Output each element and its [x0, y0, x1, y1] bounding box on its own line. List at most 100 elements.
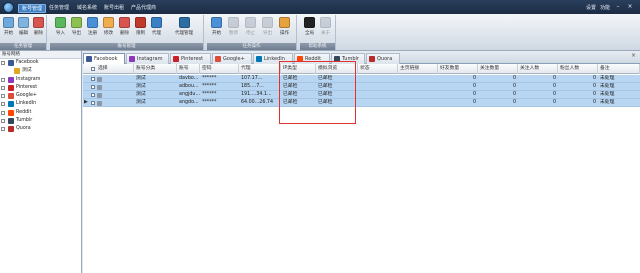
select-all-checkbox[interactable] [91, 67, 95, 71]
col-header-followers[interactable]: 关注人数 [518, 64, 558, 74]
col-header-friends[interactable]: 好友数量 [438, 64, 478, 74]
folder-icon [14, 68, 20, 75]
col-header-homepage[interactable]: 主页链接 [398, 64, 438, 74]
menu-account-rental[interactable]: 账号出租 [101, 4, 127, 13]
col-header-follows[interactable]: 关注数量 [478, 64, 518, 74]
menu-task-management[interactable]: 任务管理 [46, 4, 72, 13]
ribbon-register-button[interactable]: 注册 [85, 16, 100, 42]
col-header-note[interactable]: 备注 [598, 64, 640, 74]
col-header-status[interactable]: 状态 [358, 64, 398, 74]
instagram-icon [8, 76, 14, 83]
checkbox[interactable] [1, 102, 5, 107]
tree-item-instagram[interactable]: Instagram [0, 76, 81, 84]
checkbox[interactable] [1, 127, 5, 132]
table-row[interactable]: 测试 davbo... ****** 107.17... 已邮检 已邮检 0 0… [83, 75, 640, 83]
close-icon[interactable]: × [626, 3, 634, 10]
instagram-icon [129, 56, 135, 62]
ribbon-operate-button[interactable]: 操作 [277, 16, 292, 42]
ribbon-delete-button[interactable]: 删除 [31, 16, 46, 42]
menu-account-management[interactable]: 账号管理 [18, 4, 47, 13]
minimize-icon[interactable]: – [614, 3, 622, 10]
ribbon-group-title: 账号管理 [50, 43, 203, 50]
export-icon [71, 17, 82, 28]
tab-facebook[interactable]: Facebook [83, 53, 125, 64]
ribbon-group-task: 开始 编辑 删除 任务管理 [0, 15, 47, 50]
ribbon-group-title: 任务管理 [0, 43, 46, 50]
ribbon-restrict-button[interactable]: 限制 [133, 16, 148, 42]
operate-icon [279, 17, 290, 28]
ribbon-ops-start-button[interactable]: 开始 [209, 16, 224, 42]
ribbon-edit-button[interactable]: 编辑 [16, 16, 31, 42]
tab-pinterest[interactable]: Pinterest [170, 53, 211, 64]
col-header-proxy[interactable]: 代理 [239, 64, 281, 74]
cell-account: davbo... [179, 76, 199, 81]
cell-follows: 0 [512, 84, 516, 89]
menu-domain-system[interactable]: 域名系统 [74, 4, 100, 13]
tab-quora[interactable]: Quora [366, 53, 400, 64]
col-header-select[interactable]: 选择 [96, 64, 134, 74]
cell-note: 未处理 [600, 92, 615, 97]
ribbon-global-button[interactable]: 全局 [302, 16, 317, 42]
row-checkbox[interactable] [91, 77, 95, 81]
col-header-password[interactable]: 密码 [200, 64, 239, 74]
checkbox[interactable] [1, 119, 5, 124]
cell-password: ****** [202, 76, 217, 81]
menu-product-agent[interactable]: 产品代理商 [128, 4, 159, 13]
checkbox[interactable] [1, 94, 5, 99]
row-checkbox[interactable] [91, 101, 95, 105]
close-tab-icon[interactable]: × [631, 52, 637, 59]
table-row[interactable]: 测试 adbou... ****** 185....7... 已邮检 已邮检 0… [83, 83, 640, 91]
table-row[interactable]: 测试 angjdu... ****** 191....34.1... 已邮检 已… [83, 91, 640, 99]
ribbon-delete-account-button[interactable]: 删除 [117, 16, 132, 42]
ribbon-proxy-manage-button[interactable]: 代理管理 [168, 16, 200, 42]
stop-icon [245, 17, 256, 28]
global-icon [304, 17, 315, 28]
cell-friends: 0 [472, 100, 476, 105]
menu-functions[interactable]: 功能 [600, 4, 610, 11]
modify-icon [103, 17, 114, 28]
checkbox[interactable] [1, 110, 5, 115]
checkbox[interactable] [1, 85, 5, 90]
ribbon-pause-button[interactable]: 暂停 [226, 16, 241, 42]
checkbox[interactable] [1, 61, 5, 65]
ribbon-start-button[interactable]: 开始 [1, 16, 16, 42]
cell-account: adbou... [179, 84, 199, 89]
table-row[interactable]: ▶ 测试 angdo... ****** 64.00...26.74 已邮检 已… [83, 99, 640, 107]
ribbon-export-button[interactable]: 导出 [69, 16, 84, 42]
col-header-account[interactable]: 账号 [177, 64, 200, 74]
menu-settings[interactable]: 设置 [586, 4, 596, 11]
tree-item-tumblr[interactable]: Tumblr [0, 117, 81, 125]
ribbon-ops-export-button[interactable]: 导出 [260, 16, 275, 42]
ribbon-modify-button[interactable]: 修改 [101, 16, 116, 42]
cell-password: ****** [202, 84, 217, 89]
linkedin-icon [256, 56, 262, 62]
ribbon-about-button[interactable]: 关于 [318, 16, 333, 42]
checkbox[interactable] [1, 77, 5, 82]
col-header-fans[interactable]: 粉丝人数 [558, 64, 598, 74]
row-checkbox[interactable] [91, 93, 95, 97]
ribbon-toolbar: 开始 编辑 删除 任务管理 导入 导出 注册 修改 删除 限制 代理 代理管理 … [0, 14, 640, 51]
col-header-category[interactable]: 账号分类 [134, 64, 177, 74]
tab-instagram[interactable]: Instagram [126, 53, 169, 64]
tree-item-quora[interactable]: Quora [0, 125, 81, 133]
tree-item-facebook[interactable]: Facebook [0, 59, 81, 67]
ribbon-proxy-button[interactable]: 代理 [149, 16, 164, 42]
cell-category: 测试 [136, 92, 146, 97]
tree-item-pinterest[interactable]: Pinterest [0, 84, 81, 92]
facebook-icon [86, 56, 92, 62]
cell-homepage [398, 99, 438, 107]
cell-note: 未处理 [600, 84, 615, 89]
tab-googleplus[interactable]: Google+ [212, 53, 252, 64]
tree-item-test[interactable]: 测试 [0, 67, 81, 75]
grid-header: 选择 账号分类 账号 密码 代理 IP类型 模拟浏览 状态 主页链接 好友数量 … [83, 64, 640, 74]
cell-status [358, 75, 398, 83]
tree-item-reddit[interactable]: Reddit [0, 109, 81, 117]
ribbon-stop-button[interactable]: 停止 [243, 16, 258, 42]
tree-item-googleplus[interactable]: Google+ [0, 92, 81, 100]
row-status-icon [97, 92, 102, 98]
row-checkbox[interactable] [91, 85, 95, 89]
ribbon-import-button[interactable]: 导入 [53, 16, 68, 42]
edit-icon [18, 17, 29, 28]
tree-item-linkedin[interactable]: LinkedIn [0, 100, 81, 108]
row-status-icon [97, 84, 102, 90]
